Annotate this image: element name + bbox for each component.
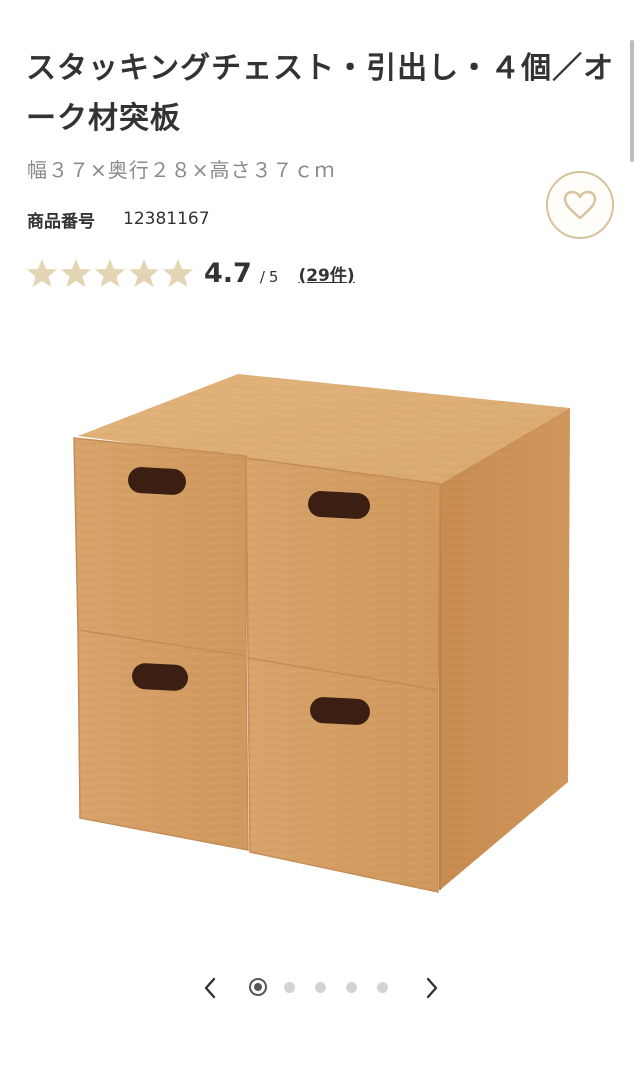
carousel-prev-button[interactable] [196, 974, 224, 1002]
carousel-dot-3[interactable] [315, 982, 326, 993]
drawer-handle [132, 663, 188, 691]
product-image[interactable] [60, 360, 580, 900]
rating-row: 4.7 / 5 (29件) [26, 255, 355, 291]
drawer-handle [308, 491, 370, 519]
product-number-label: 商品番号 [27, 211, 95, 232]
chevron-right-icon [426, 977, 438, 999]
carousel-next-button[interactable] [418, 974, 446, 1002]
carousel-dot-5[interactable] [377, 982, 388, 993]
product-number: 商品番号 12381167 [27, 206, 210, 232]
rating-stars [26, 257, 196, 289]
rating-value: 4.7 [204, 257, 252, 289]
drawer-handle [310, 697, 370, 725]
carousel-dot-1[interactable] [249, 978, 267, 996]
product-title: スタッキングチェスト・引出し・４個／オーク材突板 [26, 51, 615, 136]
rating-max: 5 [268, 268, 279, 286]
drawer-handle [128, 467, 186, 495]
reviews-link[interactable]: (29件) [298, 261, 354, 286]
star-icon [129, 259, 159, 287]
heart-icon [563, 190, 597, 220]
product-number-value: 12381167 [123, 209, 210, 229]
star-icon [95, 259, 125, 287]
carousel-dot-4[interactable] [346, 982, 357, 993]
image-carousel-nav [190, 968, 450, 1008]
chevron-left-icon [204, 977, 216, 999]
star-icon [27, 259, 57, 287]
star-icon [163, 259, 193, 287]
carousel-dot-2[interactable] [284, 982, 295, 993]
star-icon [61, 259, 91, 287]
scroll-indicator[interactable] [630, 40, 634, 162]
rating-separator: / [259, 268, 265, 286]
product-dimensions: 幅３７×奥行２８×高さ３７ｃｍ [27, 158, 336, 182]
favorite-button[interactable] [546, 171, 614, 239]
